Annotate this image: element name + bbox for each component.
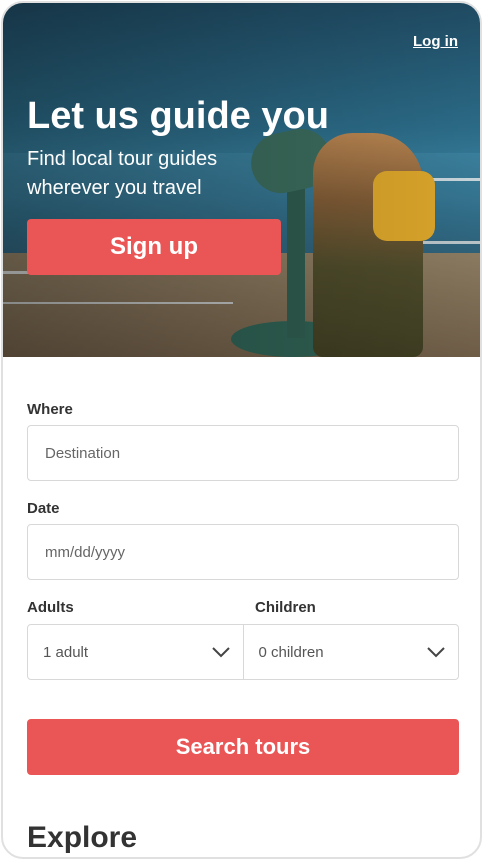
- chevron-down-icon: [427, 647, 445, 658]
- hero-subtitle: Find local tour guides wherever you trav…: [27, 148, 218, 199]
- guest-selects: 1 adult 0 children: [27, 624, 459, 680]
- destination-field[interactable]: [27, 425, 459, 481]
- signup-button[interactable]: Sign up: [27, 219, 281, 275]
- destination-input[interactable]: [43, 443, 443, 463]
- adults-select-value: 1 adult: [43, 643, 89, 661]
- phone-frame: Log in Let us guide you Find local tour …: [1, 1, 482, 859]
- date-input[interactable]: [43, 542, 443, 562]
- date-field[interactable]: [27, 524, 459, 580]
- children-select[interactable]: 0 children: [242, 625, 459, 679]
- adults-select[interactable]: 1 adult: [28, 625, 243, 679]
- children-select-value: 0 children: [258, 643, 324, 661]
- chevron-down-icon: [211, 647, 230, 658]
- children-label: Children: [255, 599, 316, 616]
- adults-label: Adults: [27, 599, 74, 616]
- explore-heading: Explore: [27, 821, 138, 854]
- page-title: Let us guide you: [27, 95, 329, 137]
- login-link[interactable]: Log in: [413, 33, 458, 50]
- date-label: Date: [27, 500, 60, 517]
- where-label: Where: [27, 401, 73, 418]
- search-tours-button[interactable]: Search tours: [27, 719, 459, 775]
